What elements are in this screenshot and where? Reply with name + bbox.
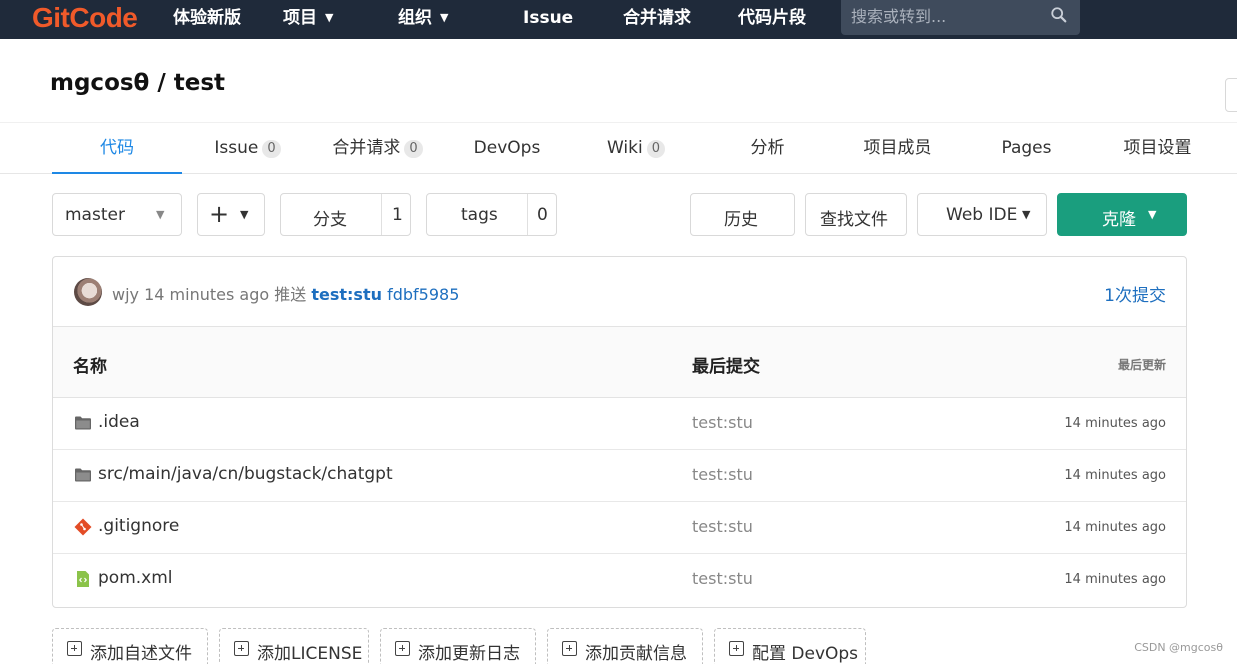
commit-summary: wjy 14 minutes ago 推送 test:stu fdbf5985 bbox=[112, 281, 459, 305]
plus-icon: + bbox=[209, 200, 230, 228]
divider bbox=[381, 194, 382, 235]
file-name[interactable]: pom.xml bbox=[98, 568, 173, 588]
tab-members[interactable]: 项目成员 bbox=[855, 123, 940, 174]
branches-count: 1 bbox=[392, 205, 403, 225]
plus-square-icon bbox=[729, 641, 744, 656]
file-updated: 14 minutes ago bbox=[1064, 572, 1166, 587]
file-last-commit[interactable]: test:stu bbox=[692, 569, 753, 588]
folder-icon bbox=[75, 416, 91, 430]
repository-file-browser: wjy 14 minutes ago 推送 test:stu fdbf5985 … bbox=[52, 256, 1187, 608]
tab-issue[interactable]: Issue 0 bbox=[205, 123, 290, 174]
web-ide-button[interactable]: Web IDE ▼ bbox=[917, 193, 1047, 236]
column-header-last-commit: 最后提交 bbox=[692, 357, 760, 377]
table-row[interactable]: src/main/java/cn/bugstack/chatgpt test:s… bbox=[53, 450, 1186, 502]
plus-square-icon bbox=[234, 641, 249, 656]
add-changelog-button[interactable]: 添加更新日志 bbox=[380, 628, 536, 664]
plus-square-icon bbox=[67, 641, 82, 656]
last-commit-bar: wjy 14 minutes ago 推送 test:stu fdbf5985 … bbox=[53, 257, 1186, 327]
tags-button[interactable]: tags 0 bbox=[426, 193, 557, 236]
top-navbar: GitCode 体验新版 项目 ▼ 组织 ▼ Issue 合并请求 代码片段 bbox=[0, 0, 1237, 39]
chevron-down-icon: ▼ bbox=[1022, 208, 1031, 221]
table-row[interactable]: .gitignore test:stu 14 minutes ago bbox=[53, 502, 1186, 554]
file-name[interactable]: .gitignore bbox=[98, 516, 179, 536]
chevron-down-icon: ▼ bbox=[156, 208, 165, 221]
project-tabs: 代码 Issue 0 合并请求 0 DevOps Wiki 0 分析 项目成员 Pag… bbox=[0, 122, 1237, 174]
table-row[interactable]: pom.xml test:stu 14 minutes ago bbox=[53, 554, 1186, 606]
commit-count-link[interactable]: 1次提交 bbox=[1104, 281, 1166, 306]
nav-groups[interactable]: 组织 ▼ bbox=[398, 6, 448, 30]
avatar[interactable] bbox=[74, 278, 102, 306]
tab-wiki[interactable]: Wiki 0 bbox=[598, 123, 674, 174]
chevron-down-icon: ▼ bbox=[1148, 208, 1157, 221]
tags-count: 0 bbox=[537, 205, 548, 225]
clone-button[interactable]: 克隆 ▼ bbox=[1057, 193, 1187, 236]
tab-settings[interactable]: 项目设置 bbox=[1115, 123, 1200, 174]
count-badge: 0 bbox=[262, 140, 281, 158]
file-updated: 14 minutes ago bbox=[1064, 520, 1166, 535]
table-header: 名称 最后提交 最后更新 bbox=[53, 327, 1186, 398]
search-box bbox=[841, 0, 1080, 35]
search-icon[interactable] bbox=[1050, 6, 1068, 24]
git-file-icon bbox=[74, 518, 92, 536]
add-dropdown-button[interactable]: + ▼ bbox=[197, 193, 265, 236]
count-badge: 0 bbox=[404, 140, 423, 158]
gitcode-logo[interactable]: GitCode bbox=[32, 2, 138, 34]
chevron-down-icon: ▼ bbox=[440, 11, 449, 24]
divider bbox=[527, 194, 528, 235]
find-file-button[interactable]: 查找文件 bbox=[805, 193, 907, 236]
tab-analytics[interactable]: 分析 bbox=[740, 123, 795, 174]
tab-merge-requests[interactable]: 合并请求 0 bbox=[320, 123, 435, 174]
file-name[interactable]: src/main/java/cn/bugstack/chatgpt bbox=[98, 464, 393, 484]
nav-snippets[interactable]: 代码片段 bbox=[738, 6, 806, 30]
search-input[interactable] bbox=[851, 4, 1041, 28]
star-button[interactable] bbox=[1225, 78, 1237, 112]
file-last-commit[interactable]: test:stu bbox=[692, 413, 753, 432]
branches-button[interactable]: 分支 1 bbox=[280, 193, 411, 236]
nav-new-version[interactable]: 体验新版 bbox=[173, 6, 241, 30]
add-contributing-button[interactable]: 添加贡献信息 bbox=[547, 628, 703, 664]
configure-devops-button[interactable]: 配置 DevOps bbox=[714, 628, 866, 664]
xml-file-icon bbox=[77, 571, 89, 587]
nav-projects[interactable]: 项目 ▼ bbox=[283, 6, 333, 30]
file-last-commit[interactable]: test:stu bbox=[692, 517, 753, 536]
column-header-last-update: 最后更新 bbox=[1117, 358, 1166, 372]
plus-square-icon bbox=[562, 641, 577, 656]
tab-pages[interactable]: Pages bbox=[995, 123, 1058, 174]
commit-time: 14 minutes ago bbox=[144, 285, 270, 304]
table-row[interactable]: .idea test:stu 14 minutes ago bbox=[53, 398, 1186, 450]
history-button[interactable]: 历史 bbox=[690, 193, 795, 236]
chevron-down-icon: ▼ bbox=[325, 11, 334, 24]
add-license-button[interactable]: 添加LICENSE bbox=[219, 628, 369, 664]
branch-select[interactable]: master ▼ bbox=[52, 193, 182, 236]
plus-square-icon bbox=[395, 641, 410, 656]
column-header-name: 名称 bbox=[73, 357, 107, 377]
file-name[interactable]: .idea bbox=[98, 412, 140, 432]
add-readme-button[interactable]: 添加自述文件 bbox=[52, 628, 208, 664]
commit-message[interactable]: test:stu bbox=[311, 285, 382, 304]
commit-author[interactable]: wjy bbox=[112, 285, 139, 304]
file-last-commit[interactable]: test:stu bbox=[692, 465, 753, 484]
file-updated: 14 minutes ago bbox=[1064, 468, 1166, 483]
commit-sha[interactable]: fdbf5985 bbox=[387, 285, 459, 304]
count-badge: 0 bbox=[646, 140, 665, 158]
file-updated: 14 minutes ago bbox=[1064, 416, 1166, 431]
watermark: CSDN @mgcosθ bbox=[1134, 641, 1223, 654]
chevron-down-icon: ▼ bbox=[240, 208, 249, 221]
folder-icon bbox=[75, 468, 91, 482]
tab-code[interactable]: 代码 bbox=[52, 123, 182, 174]
nav-merge-requests[interactable]: 合并请求 bbox=[623, 6, 691, 30]
page-title[interactable]: mgcosθ / test bbox=[50, 70, 225, 96]
commit-action: 推送 bbox=[274, 285, 307, 304]
tab-devops[interactable]: DevOps bbox=[466, 123, 548, 174]
nav-issue[interactable]: Issue bbox=[523, 6, 573, 30]
